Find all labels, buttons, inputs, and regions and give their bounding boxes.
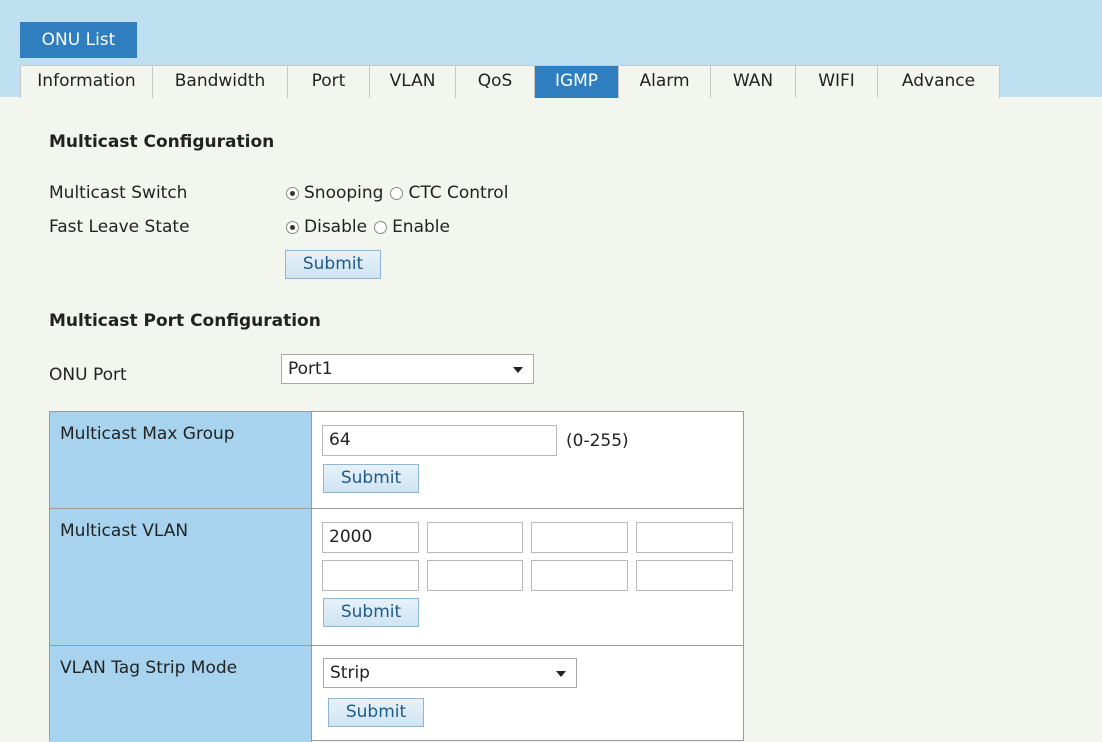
tab-wifi[interactable]: WIFI bbox=[796, 66, 878, 98]
vlan-input-2[interactable] bbox=[427, 522, 523, 553]
multicast-config-submit-button[interactable]: Submit bbox=[285, 250, 381, 279]
tab-igmp[interactable]: IGMP bbox=[535, 66, 619, 98]
max-group-input[interactable]: 64 bbox=[322, 425, 557, 456]
tab-bar: Information Bandwidth Port VLAN QoS IGMP… bbox=[20, 65, 1000, 98]
max-group-range: (0-255) bbox=[566, 431, 629, 451]
port-config-table: Multicast Max Group 64 (0-255) Submit Mu… bbox=[49, 411, 744, 742]
vlan-tag-strip-mode-label: VLAN Tag Strip Mode bbox=[50, 646, 312, 742]
enable-radio[interactable] bbox=[374, 220, 388, 234]
multicast-vlan-row: Multicast VLAN 2000 Submit bbox=[50, 509, 743, 645]
disable-option[interactable]: Disable bbox=[286, 217, 367, 237]
vlan-input-8[interactable] bbox=[636, 560, 733, 591]
fast-leave-state-label: Fast Leave State bbox=[49, 217, 190, 237]
multicast-vlan-submit-button[interactable]: Submit bbox=[323, 598, 419, 627]
onu-list-button[interactable]: ONU List bbox=[20, 22, 137, 58]
tab-vlan[interactable]: VLAN bbox=[370, 66, 456, 98]
snooping-option[interactable]: Snooping bbox=[286, 183, 383, 203]
chevron-down-icon bbox=[513, 367, 523, 373]
tab-port[interactable]: Port bbox=[288, 66, 370, 98]
tab-alarm[interactable]: Alarm bbox=[619, 66, 711, 98]
ctc-control-radio[interactable] bbox=[390, 186, 404, 200]
tag-strip-submit-button[interactable]: Submit bbox=[328, 698, 424, 727]
ctc-control-option[interactable]: CTC Control bbox=[390, 183, 508, 203]
vlan-input-3[interactable] bbox=[531, 522, 628, 553]
disable-label: Disable bbox=[304, 217, 368, 237]
tab-advance[interactable]: Advance bbox=[878, 66, 1000, 98]
fast-leave-radio-group: Disable Enable bbox=[286, 217, 457, 237]
multicast-switch-label: Multicast Switch bbox=[49, 183, 188, 203]
max-group-submit-button[interactable]: Submit bbox=[323, 464, 419, 493]
max-group-label: Multicast Max Group bbox=[50, 412, 312, 508]
multicast-port-configuration-title: Multicast Port Configuration bbox=[49, 311, 321, 331]
tab-wan[interactable]: WAN bbox=[711, 66, 796, 98]
snooping-radio[interactable] bbox=[286, 186, 299, 200]
tag-strip-mode-value: Strip bbox=[330, 663, 370, 683]
onu-port-label: ONU Port bbox=[49, 365, 127, 385]
multicast-vlan-label: Multicast VLAN bbox=[50, 509, 312, 645]
onu-port-select[interactable]: Port1 bbox=[281, 354, 534, 384]
vlan-input-6[interactable] bbox=[427, 560, 523, 591]
tab-bandwidth[interactable]: Bandwidth bbox=[153, 66, 288, 98]
tag-strip-mode-select[interactable]: Strip bbox=[323, 658, 577, 688]
enable-option[interactable]: Enable bbox=[374, 217, 450, 237]
chevron-down-icon bbox=[556, 671, 566, 677]
multicast-configuration-title: Multicast Configuration bbox=[49, 132, 275, 152]
vlan-input-4[interactable] bbox=[636, 522, 733, 553]
top-bar: ONU List Information Bandwidth Port VLAN… bbox=[0, 0, 1102, 98]
max-group-row: Multicast Max Group 64 (0-255) Submit bbox=[50, 412, 743, 508]
tab-qos[interactable]: QoS bbox=[456, 66, 535, 98]
snooping-label: Snooping bbox=[304, 183, 384, 203]
onu-port-value: Port1 bbox=[288, 359, 333, 379]
disable-radio[interactable] bbox=[286, 220, 299, 234]
tab-information[interactable]: Information bbox=[20, 66, 153, 98]
ctc-control-label: CTC Control bbox=[408, 183, 509, 203]
vlan-input-5[interactable] bbox=[322, 560, 419, 591]
vlan-input-7[interactable] bbox=[531, 560, 628, 591]
enable-label: Enable bbox=[392, 217, 450, 237]
vlan-input-1[interactable]: 2000 bbox=[322, 522, 419, 553]
tag-strip-row: VLAN Tag Strip Mode Strip Submit bbox=[50, 646, 743, 742]
multicast-switch-radio-group: Snooping CTC Control bbox=[286, 183, 515, 203]
